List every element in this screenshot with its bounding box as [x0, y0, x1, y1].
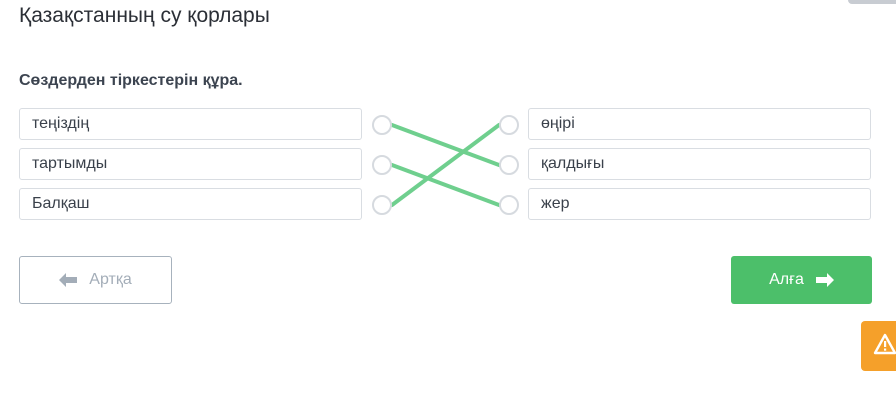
right-word-2[interactable]: жер: [528, 188, 871, 220]
page-title: Қазақстанның су қорлары: [19, 4, 270, 27]
connection-line-2: [390, 123, 501, 207]
arrow-left-icon: [59, 273, 78, 287]
quiz-page: Қазақстанның су қорлары Сөздерден тіркес…: [0, 0, 896, 406]
right-node-1[interactable]: [499, 155, 519, 175]
warning-triangle-icon: [873, 333, 896, 360]
left-node-2[interactable]: [372, 195, 392, 215]
right-node-0[interactable]: [499, 115, 519, 135]
report-issue-tab[interactable]: [861, 321, 896, 371]
top-corner-tab[interactable]: [848, 0, 896, 4]
left-node-0[interactable]: [372, 115, 392, 135]
arrow-right-icon: [815, 273, 834, 287]
right-node-2[interactable]: [499, 195, 519, 215]
left-word-2[interactable]: Балқаш: [19, 188, 362, 220]
instruction-text: Сөздерден тіркестерін құра.: [19, 72, 243, 89]
right-word-0[interactable]: өңірі: [528, 108, 871, 140]
left-word-1[interactable]: тартымды: [19, 148, 362, 180]
connection-line-1: [390, 163, 501, 207]
connection-line-0: [390, 123, 501, 167]
left-word-0[interactable]: теңіздің: [19, 108, 362, 140]
right-word-1[interactable]: қалдығы: [528, 148, 871, 180]
back-button-label: Артқа: [89, 271, 132, 288]
left-node-1[interactable]: [372, 155, 392, 175]
next-button-label: Алға: [769, 271, 804, 288]
next-button[interactable]: Алға: [731, 256, 872, 304]
back-button[interactable]: Артқа: [19, 256, 172, 304]
